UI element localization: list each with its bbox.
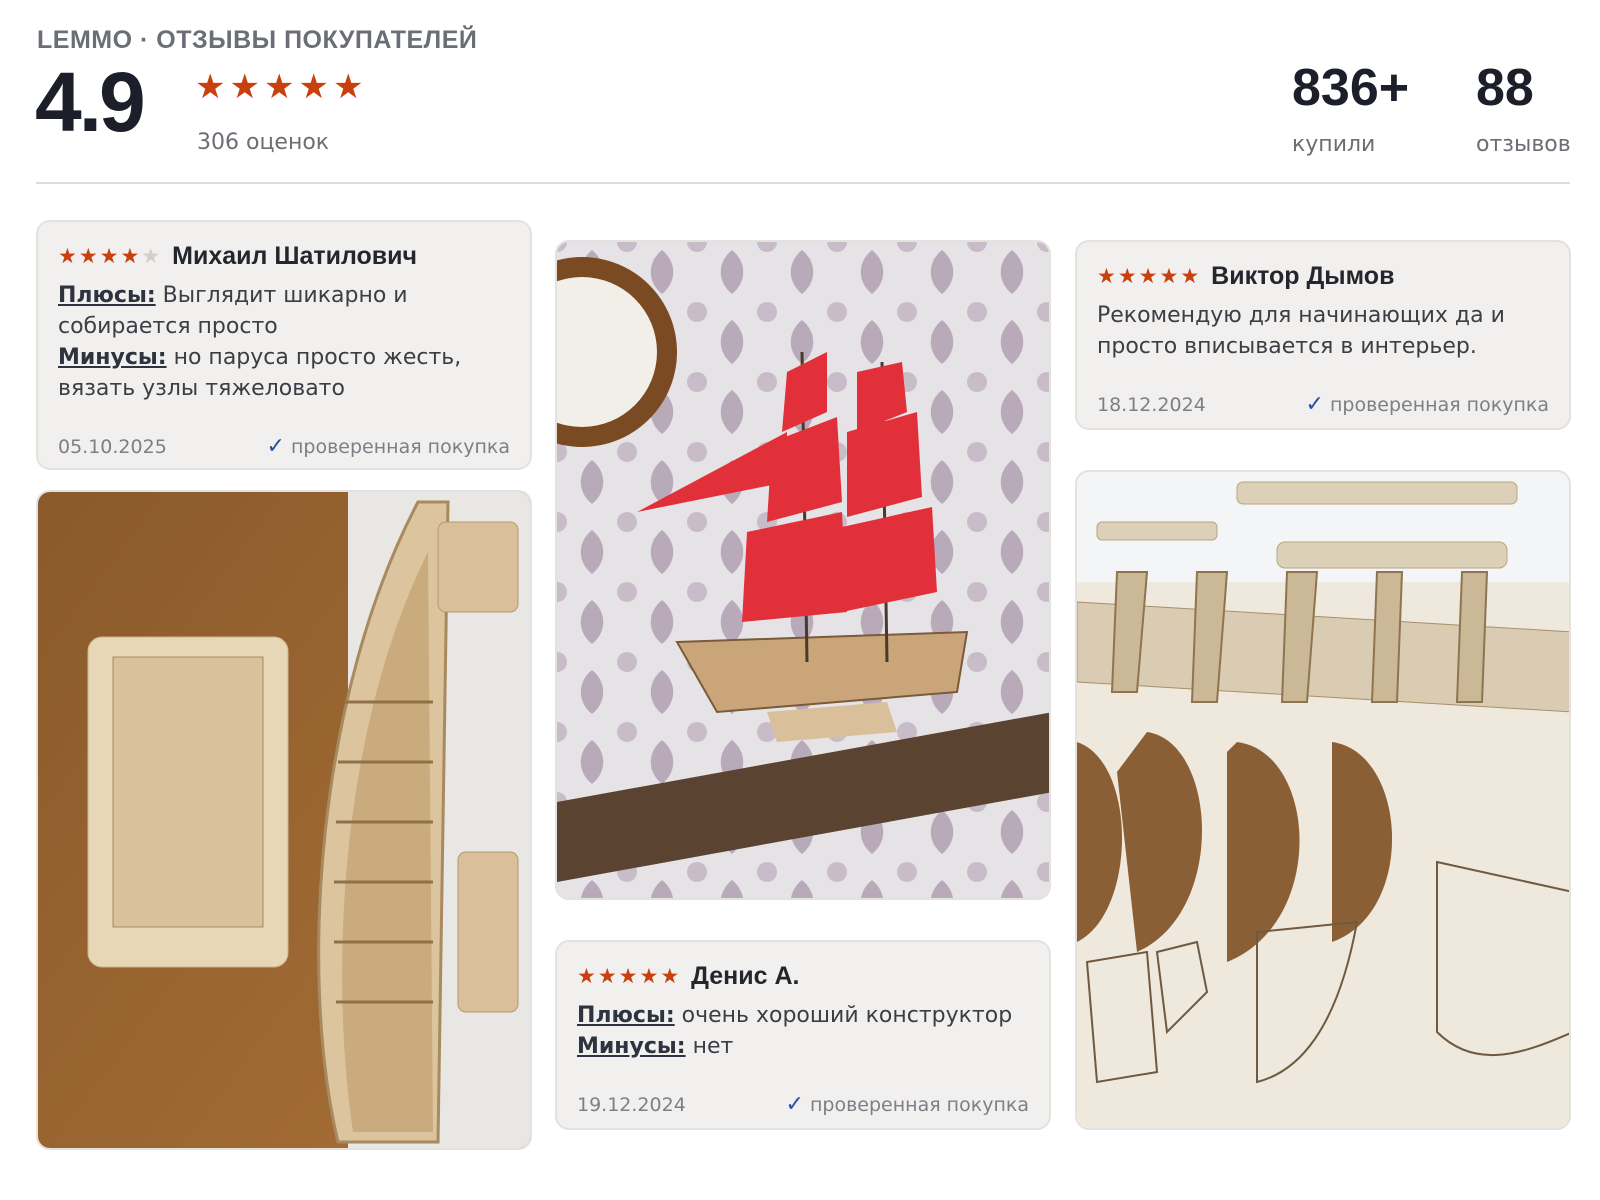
pros-label: Плюсы:: [577, 1003, 675, 1028]
review-author: Денис А.: [691, 962, 800, 990]
review-date: 19.12.2024: [577, 1094, 686, 1116]
review-date: 18.12.2024: [1097, 394, 1206, 416]
star-icon: ★: [263, 67, 295, 107]
star-icon: ★: [58, 244, 77, 268]
star-icon: ★: [639, 964, 659, 988]
star-icon: ★: [332, 67, 364, 107]
check-icon: ✓: [266, 434, 285, 459]
verified-purchase: ✓ проверенная покупка: [1306, 392, 1549, 417]
star-icon: ★: [1159, 264, 1179, 288]
review-text: Плюсы: Выглядит шикарно и собирается про…: [58, 280, 498, 404]
star-icon: ★: [229, 67, 260, 107]
check-icon: ✓: [1305, 392, 1324, 417]
plywood-parts-photo: [1077, 472, 1569, 1128]
verified-purchase: ✓ проверенная покупка: [267, 434, 510, 459]
review-stars: ★ ★ ★ ★ ★: [58, 246, 160, 267]
star-icon: ★: [1117, 264, 1137, 288]
review-text: Рекомендую для начинающих да и просто вп…: [1097, 303, 1505, 359]
review-header: ★ ★ ★ ★ ★ Виктор Дымов: [1097, 262, 1394, 291]
stat-reviews-value: 88: [1476, 59, 1534, 117]
ship-model-photo: [557, 242, 1049, 898]
review-author: Михаил Шатилович: [172, 242, 418, 270]
star-icon: ★: [660, 964, 680, 988]
ship-hull-photo: [38, 492, 530, 1148]
verified-label: проверенная покупка: [1329, 393, 1549, 416]
star-icon: ★: [78, 244, 98, 268]
review-card: ★ ★ ★ ★ ★ Виктор Дымов Рекомендую для на…: [1075, 240, 1571, 430]
review-photo[interactable]: [1075, 470, 1571, 1130]
rating-count: 306 оценок: [197, 130, 330, 155]
review-card: ★ ★ ★ ★ ★ Денис А. Плюсы: очень хороший …: [555, 940, 1051, 1130]
cons-label: Минусы:: [577, 1034, 686, 1059]
star-icon: ★: [120, 244, 140, 268]
star-empty-icon: ★: [141, 244, 161, 268]
review-stars: ★ ★ ★ ★ ★: [577, 966, 679, 987]
review-card: ★ ★ ★ ★ ★ Михаил Шатилович Плюсы: Выгляд…: [36, 220, 532, 470]
stat-reviews: 88 отзывов: [1476, 62, 1571, 157]
check-icon: ✓: [785, 1092, 804, 1117]
rating-stars: ★ ★ ★ ★ ★: [195, 70, 363, 104]
review-photo[interactable]: [555, 240, 1051, 900]
verified-purchase: ✓ проверенная покупка: [786, 1092, 1029, 1117]
review-header: ★ ★ ★ ★ ★ Денис А.: [577, 962, 799, 991]
star-icon: ★: [1180, 264, 1200, 288]
brand-title: LEMMO · ОТЗЫВЫ ПОКУПАТЕЛЕЙ: [37, 26, 478, 54]
star-icon: ★: [1138, 264, 1158, 288]
star-icon: ★: [99, 244, 119, 268]
stat-reviews-label: отзывов: [1476, 132, 1571, 157]
stat-bought-label: купили: [1292, 132, 1376, 157]
pros-text: очень хороший конструктор: [681, 1003, 1013, 1028]
average-rating: 4.9: [35, 55, 146, 149]
header-divider: [36, 182, 1570, 184]
review-photo[interactable]: [36, 490, 532, 1150]
star-icon: ★: [618, 964, 638, 988]
cons-label: Минусы:: [58, 345, 167, 370]
review-stars: ★ ★ ★ ★ ★: [1097, 266, 1199, 287]
review-header: ★ ★ ★ ★ ★ Михаил Шатилович: [58, 242, 417, 271]
review-author: Виктор Дымов: [1211, 262, 1395, 290]
star-icon: ★: [597, 964, 617, 988]
review-date: 05.10.2025: [58, 436, 167, 458]
verified-label: проверенная покупка: [290, 435, 510, 458]
star-icon: ★: [195, 67, 226, 107]
star-icon: ★: [577, 964, 596, 988]
verified-label: проверенная покупка: [809, 1093, 1029, 1116]
stat-bought-value: 836+: [1292, 59, 1410, 117]
stat-bought: 836+ купили: [1292, 62, 1409, 157]
cons-text: нет: [692, 1034, 734, 1059]
star-icon: ★: [298, 67, 329, 107]
review-text: Плюсы: очень хороший конструктор Минусы:…: [577, 1000, 1017, 1062]
star-icon: ★: [1097, 264, 1116, 288]
pros-label: Плюсы:: [58, 283, 156, 308]
